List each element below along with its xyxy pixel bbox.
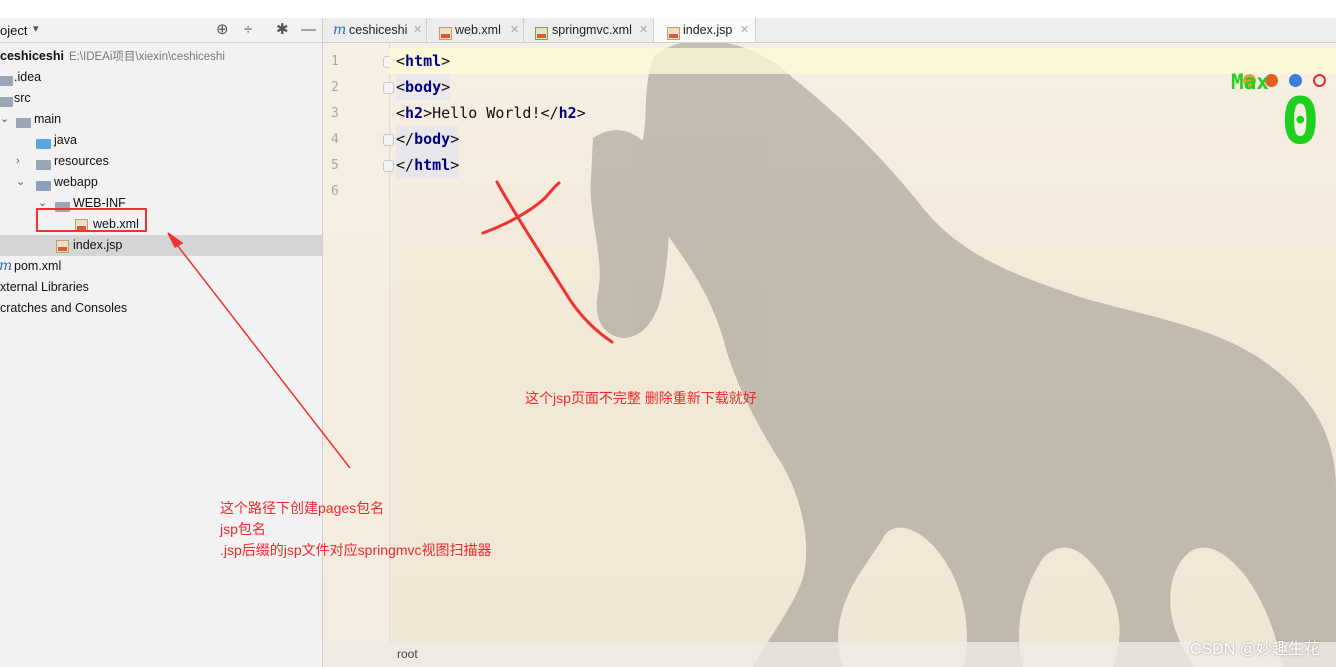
tree-item-label: src: [14, 91, 31, 105]
code-line-5: </html>: [396, 152, 460, 178]
tree-item-src[interactable]: src: [0, 88, 322, 109]
editor-tabbar: m ceshiceshi ✕ web.xml ✕ springmvc.xml ✕…: [323, 18, 1336, 43]
folder-icon: [16, 118, 31, 128]
gear-icon[interactable]: ✱: [276, 21, 289, 39]
locate-icon[interactable]: ⊕: [216, 21, 229, 39]
line-number: 2: [331, 80, 339, 95]
counter-value: 0: [1281, 85, 1320, 159]
chevron-down-icon[interactable]: ⌄: [16, 172, 25, 193]
watermark: CSDN @妙趣生花: [1189, 641, 1320, 658]
editor-area: m ceshiceshi ✕ web.xml ✕ springmvc.xml ✕…: [323, 18, 1336, 667]
tab-label: web.xml: [455, 23, 501, 37]
line-number: 3: [331, 106, 339, 121]
current-line-highlight: [389, 48, 1336, 74]
tree-item-label: index.jsp: [73, 238, 123, 252]
xml-file-icon: [439, 27, 452, 40]
code-line-2: <body>: [396, 74, 451, 100]
chevron-down-icon[interactable]: ▾: [33, 22, 39, 35]
annotation-note-right: 这个jsp页面不完整 删除重新下载就好: [525, 390, 757, 406]
close-icon[interactable]: ✕: [740, 18, 749, 42]
code-line-4: </body>: [396, 126, 460, 152]
tree-item-label: main: [34, 112, 62, 126]
collapse-all-icon[interactable]: ÷: [244, 21, 252, 39]
line-number: 4: [331, 132, 339, 147]
tree-item-label: .idea: [14, 70, 42, 84]
annotation-line: .jsp后缀的jsp文件对应springmvc视图扫描器: [220, 542, 492, 558]
project-panel: oject ▾ ⊕ ÷ ✱ — ceshiceshi E:\IDEAi项目\xie…: [0, 18, 323, 667]
fold-marker-icon[interactable]: [383, 160, 394, 172]
tree-item-idea[interactable]: .idea: [0, 67, 322, 88]
fold-marker-icon[interactable]: [383, 82, 394, 94]
code-line-3: <h2>Hello World!</h2>: [396, 104, 586, 122]
line-number: 5: [331, 158, 339, 173]
project-panel-title[interactable]: oject: [0, 23, 27, 38]
project-panel-header: oject ▾ ⊕ ÷ ✱ —: [0, 18, 322, 43]
line-number: 1: [331, 54, 339, 69]
tree-item-resources[interactable]: › resources: [0, 151, 322, 172]
spring-xml-icon: [535, 27, 548, 40]
web-folder-icon: [36, 181, 51, 191]
source-folder-icon: [36, 139, 51, 149]
tree-item-external-libraries[interactable]: xternal Libraries: [0, 277, 322, 298]
tree-item-label: cratches and Consoles: [0, 301, 128, 315]
chevron-right-icon[interactable]: ›: [16, 151, 20, 172]
close-icon[interactable]: ✕: [510, 18, 519, 42]
annotation-line: jsp包名: [220, 521, 266, 537]
chevron-down-icon[interactable]: ⌄: [0, 109, 9, 130]
line-number: 6: [331, 184, 339, 199]
tree-item-label: pom.xml: [14, 259, 62, 273]
resources-folder-icon: [36, 160, 51, 170]
tree-item-label: ceshiceshi: [0, 49, 64, 63]
folder-icon: [0, 97, 13, 107]
tree-item-scratches[interactable]: cratches and Consoles: [0, 298, 322, 319]
annotation-line: 这个路径下创建pages包名: [220, 500, 385, 516]
highlight-box-web-inf: [36, 208, 147, 232]
tree-item-label: java: [54, 133, 77, 147]
tree-item-pom-xml[interactable]: m pom.xml: [0, 256, 322, 277]
hide-icon[interactable]: —: [301, 21, 316, 39]
tree-item-label: resources: [54, 154, 109, 168]
project-path: E:\IDEAi项目\xiexin\ceshiceshi: [68, 51, 225, 63]
tab-index-jsp[interactable]: index.jsp ✕: [654, 18, 756, 42]
tree-item-index-jsp[interactable]: index.jsp: [0, 235, 322, 256]
close-icon[interactable]: ✕: [413, 18, 422, 42]
jsp-file-icon: [667, 27, 680, 40]
annotation-note-left: 这个路径下创建pages包名 jsp包名 .jsp后缀的jsp文件对应sprin…: [220, 498, 491, 561]
fold-marker-icon[interactable]: [383, 134, 394, 146]
maven-icon: m: [333, 22, 347, 38]
breadcrumb-bar: root: [323, 642, 1336, 667]
tab-springmvc-xml[interactable]: springmvc.xml ✕: [524, 18, 654, 42]
counter-label: Max: [1231, 70, 1269, 94]
code-line-1: <html>: [396, 52, 451, 70]
tab-label: springmvc.xml: [552, 23, 632, 37]
close-icon[interactable]: ✕: [639, 18, 648, 42]
tree-item-java[interactable]: java: [0, 130, 322, 151]
tab-label: index.jsp: [683, 23, 733, 37]
tree-item-label: webapp: [54, 175, 98, 189]
tree-item-webapp[interactable]: ⌄ webapp: [0, 172, 322, 193]
jsp-file-icon: [56, 240, 69, 253]
tab-label: ceshiceshi: [349, 23, 408, 37]
tree-item-main[interactable]: ⌄ main: [0, 109, 322, 130]
tab-web-xml[interactable]: web.xml ✕: [427, 18, 524, 42]
folder-icon: [0, 76, 13, 86]
tree-item-project-root[interactable]: ceshiceshi E:\IDEAi项目\xiexin\ceshiceshi: [0, 46, 322, 67]
top-strip: [0, 0, 1336, 18]
maven-icon: m: [0, 258, 13, 274]
breadcrumb-root[interactable]: root: [397, 642, 418, 667]
tab-ceshiceshi[interactable]: m ceshiceshi ✕: [323, 18, 427, 42]
tree-item-label: xternal Libraries: [0, 280, 89, 294]
